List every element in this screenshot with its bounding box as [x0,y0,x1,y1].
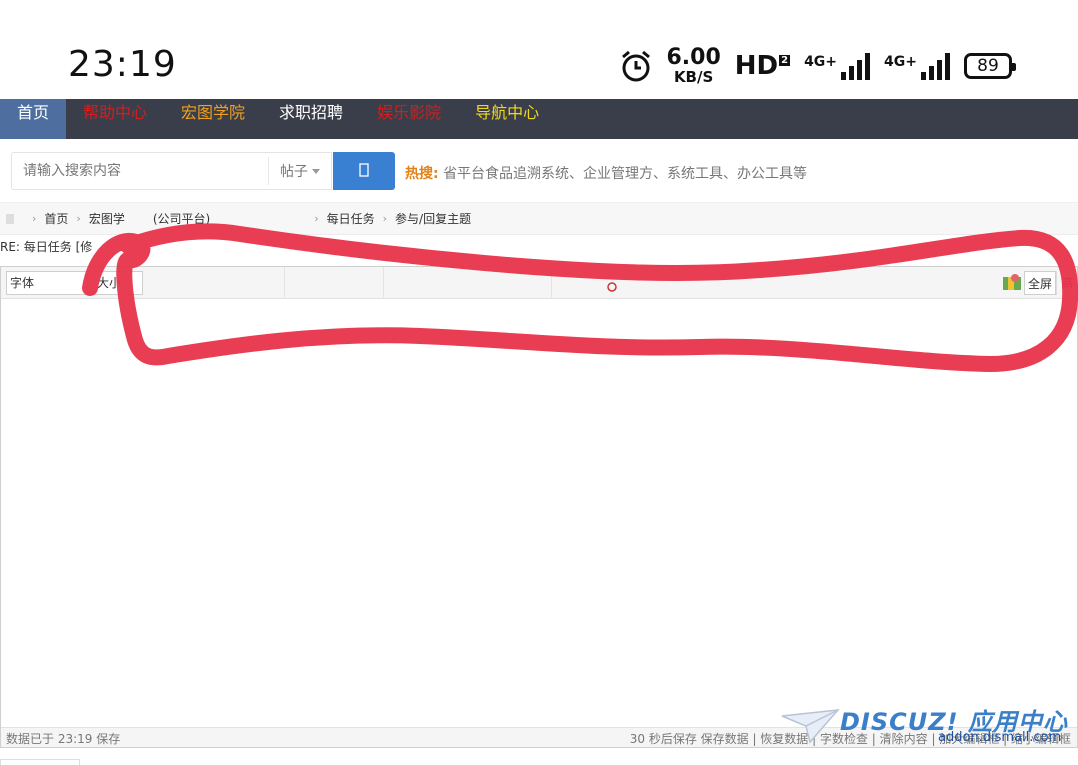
signal-2-label: 4G+ [884,54,917,70]
nav-item-label: 娱乐影院 [377,103,442,122]
hd-voice-indicator: HD 2 [734,51,791,81]
network-speed: 6.00 KB/S [666,47,720,85]
search-bar: 帖子 热搜: 省平台食品追溯系统、企业管理方、系统工具、办公工具等 [0,139,1078,203]
toolbar-group [1,267,285,299]
breadcrumb-separator: › [32,212,37,225]
search-box: 帖子 [11,152,332,190]
editor-textarea[interactable] [1,299,1077,727]
main-nav: 首页 帮助中心 宏图学院 求职招聘 娱乐影院 导航中心 [0,99,1078,139]
fullscreen-label: 全屏 [1027,276,1052,291]
breadcrumb: › 首页 › 宏图学 (公司平台) › 每日任务 › 参与/回复主题 [0,203,1078,235]
nav-item-academy[interactable]: 宏图学院 [164,99,262,139]
nav-item-cinema[interactable]: 娱乐影院 [360,99,458,139]
search-button[interactable] [333,152,395,190]
nav-item-navigation[interactable]: 导航中心 [458,99,556,139]
breadcrumb-separator: › [76,212,81,225]
nav-item-label: 帮助中心 [83,103,148,122]
signal-bars-icon [921,52,950,80]
breadcrumb-daily-task[interactable]: 每日任务 [327,210,375,227]
toolbar-right: 全屏 高 [1002,271,1077,295]
search-input[interactable] [12,153,267,189]
hot-searches: 热搜: 省平台食品追溯系统、企业管理方、系统工具、办公工具等 [405,163,807,183]
hd-sub-label: 2 [779,55,791,66]
clock-time: 23:19 [68,44,177,85]
bottom-tab [0,759,80,765]
breadcrumb-home[interactable]: 首页 [44,210,68,227]
map-icon[interactable] [1002,273,1022,294]
nav-item-label: 求职招聘 [279,103,344,122]
battery-icon: 89 [964,53,1016,79]
home-icon[interactable] [6,213,14,224]
breadcrumb-separator: › [314,212,319,225]
editor-status-links[interactable]: 30 秒后保存 保存数据 | 恢复数据 | 字数检查 | 清除内容 | 加大编辑… [630,730,1071,747]
signal-1-label: 4G+ [804,54,838,70]
signal-1: 4G+ [804,52,871,80]
nav-item-help[interactable]: 帮助中心 [66,99,164,139]
advanced-label: 高 [1060,276,1073,290]
breadcrumb-reply: 参与/回复主题 [395,212,472,226]
search-type-label: 帖子 [280,164,308,180]
alarm-clock-icon [620,49,652,83]
breadcrumb-academy[interactable]: 宏图学 [89,210,125,227]
battery-level: 89 [977,56,999,76]
toolbar-group [285,267,384,299]
fullscreen-button[interactable]: 全屏 [1023,271,1056,295]
editor-toolbar: 字体 大小 全屏 高 [1,267,1077,299]
nav-item-label: 首页 [17,103,50,122]
network-speed-value: 6.00 [666,45,721,70]
nav-item-label: 宏图学院 [181,103,246,122]
breadcrumb-forum[interactable]: (公司平台) [153,210,210,227]
smiley-icon[interactable] [605,277,619,292]
search-type-select[interactable]: 帖子 [268,157,331,185]
screen: 23:19 6.00 KB/S HD 2 4G+ 4G+ 89 首页 帮助中心 … [0,0,1078,765]
search-icon [359,162,369,181]
chevron-down-icon [312,168,320,174]
signal-2: 4G+ [884,52,950,80]
advanced-mode-button[interactable]: 高 [1055,271,1077,295]
signal-bars-icon [841,52,871,80]
toolbar-group [384,267,552,299]
breadcrumb-separator: › [382,212,388,225]
reply-title: RE: 每日任务 [修 [0,240,93,254]
nav-item-jobs[interactable]: 求职招聘 [262,99,360,139]
editor-statusbar: 数据已于 23:19 保存 30 秒后保存 保存数据 | 恢复数据 | 字数检查… [1,727,1077,747]
hd-label: HD [734,51,779,81]
nav-item-home[interactable]: 首页 [0,99,67,139]
hot-search-label: 热搜: [405,166,439,182]
hot-search-terms[interactable]: 省平台食品追溯系统、企业管理方、系统工具、办公工具等 [443,166,807,182]
phone-status-bar: 23:19 6.00 KB/S HD 2 4G+ 4G+ 89 [0,0,1078,99]
post-editor: 字体 大小 全屏 高 数据已于 23:19 保存 30 秒后保存 保存数据 | … [0,266,1078,748]
nav-item-label: 导航中心 [475,103,540,122]
status-icons: 6.00 KB/S HD 2 4G+ 4G+ 89 [620,44,1016,88]
autosave-status: 数据已于 23:19 保存 [6,732,121,746]
network-speed-unit: KB/S [673,68,714,86]
